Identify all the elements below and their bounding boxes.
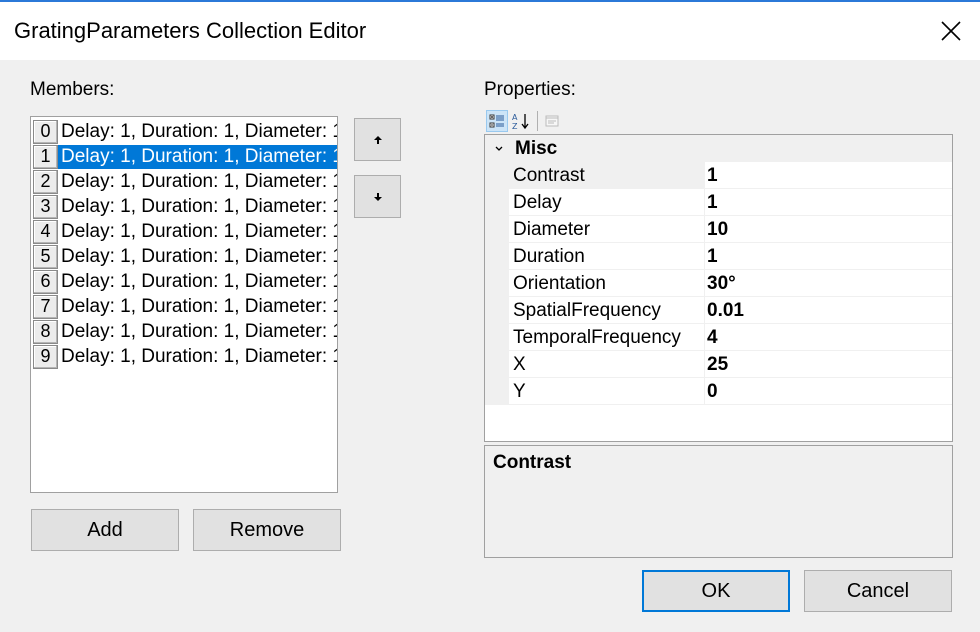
property-gutter xyxy=(485,351,509,378)
property-name: Orientation xyxy=(509,270,705,297)
list-item-text: Delay: 1, Duration: 1, Diameter: 10 xyxy=(61,320,337,342)
property-value[interactable]: 30° xyxy=(705,270,952,297)
list-item-index: 6 xyxy=(33,269,58,294)
property-row[interactable]: SpatialFrequency 0.01 xyxy=(485,297,952,324)
property-row[interactable]: Orientation 30° xyxy=(485,270,952,297)
svg-text:A: A xyxy=(512,113,518,122)
toolbar-separator xyxy=(537,111,538,131)
list-item-index: 9 xyxy=(33,344,58,369)
list-item-text: Delay: 1, Duration: 1, Diameter: 10 xyxy=(61,295,337,317)
property-value[interactable]: 10 xyxy=(705,216,952,243)
title-bar: GratingParameters Collection Editor xyxy=(0,2,980,60)
list-item-text: Delay: 1, Duration: 1, Diameter: 10 xyxy=(61,170,337,192)
property-value[interactable]: 1 xyxy=(705,189,952,216)
property-pages-icon xyxy=(545,115,559,127)
property-value[interactable]: 4 xyxy=(705,324,952,351)
property-toolbar: A Z xyxy=(486,109,565,133)
list-item[interactable]: 7 Delay: 1, Duration: 1, Diameter: 10 xyxy=(31,294,337,319)
alphabetical-button[interactable]: A Z xyxy=(510,110,532,132)
list-item-text: Delay: 1, Duration: 1, Diameter: 10 xyxy=(61,120,337,142)
category-label: Misc xyxy=(515,137,558,159)
property-value[interactable]: 25 xyxy=(705,351,952,378)
close-icon xyxy=(941,21,961,41)
list-item-text: Delay: 1, Duration: 1, Diameter: 10 xyxy=(61,245,337,267)
property-name: Diameter xyxy=(509,216,705,243)
property-name: Delay xyxy=(509,189,705,216)
property-pages-button[interactable] xyxy=(541,110,563,132)
property-gutter xyxy=(485,378,509,405)
list-item-text: Delay: 1, Duration: 1, Diameter: 10 xyxy=(61,345,337,367)
list-item[interactable]: 0 Delay: 1, Duration: 1, Diameter: 10 xyxy=(31,119,337,144)
property-grid[interactable]: Misc Contrast 1 Delay 1 Diameter 10 Duration 1 O… xyxy=(484,134,953,442)
list-item[interactable]: 5 Delay: 1, Duration: 1, Diameter: 10 xyxy=(31,244,337,269)
category-row-misc[interactable]: Misc xyxy=(485,135,952,162)
list-item[interactable]: 8 Delay: 1, Duration: 1, Diameter: 10 xyxy=(31,319,337,344)
remove-button[interactable]: Remove xyxy=(193,509,341,551)
property-name: Duration xyxy=(509,243,705,270)
list-item-text: Delay: 1, Duration: 1, Diameter: 10 xyxy=(61,195,337,217)
list-item-index: 7 xyxy=(33,294,58,319)
list-item-index: 5 xyxy=(33,244,58,269)
arrow-down-icon xyxy=(373,192,382,201)
svg-text:Z: Z xyxy=(512,122,518,130)
list-item-text: Delay: 1, Duration: 1, Diameter: 10 xyxy=(61,220,337,242)
collection-editor-dialog: GratingParameters Collection Editor Memb… xyxy=(0,0,980,632)
property-gutter xyxy=(485,216,509,243)
categorized-button[interactable] xyxy=(486,110,508,132)
arrow-up-icon xyxy=(373,135,382,144)
property-value[interactable]: 1 xyxy=(705,243,952,270)
list-item-text: Delay: 1, Duration: 1, Diameter: 10 xyxy=(58,144,337,169)
move-down-button[interactable] xyxy=(354,175,401,218)
ok-button[interactable]: OK xyxy=(642,570,790,612)
list-item-index: 3 xyxy=(33,194,58,219)
property-row[interactable]: X 25 xyxy=(485,351,952,378)
property-row[interactable]: Delay 1 xyxy=(485,189,952,216)
categorized-icon xyxy=(489,114,504,128)
property-row[interactable]: Diameter 10 xyxy=(485,216,952,243)
list-item-index: 2 xyxy=(33,169,58,194)
property-row[interactable]: Y0 xyxy=(485,378,952,405)
list-item-index: 1 xyxy=(33,144,58,169)
property-value[interactable]: 0 xyxy=(705,378,952,405)
property-row[interactable]: TemporalFrequency 4 xyxy=(485,324,952,351)
cancel-button[interactable]: Cancel xyxy=(804,570,952,612)
property-row[interactable]: Contrast 1 xyxy=(485,162,952,189)
description-title: Contrast xyxy=(493,452,572,473)
property-value[interactable]: 1 xyxy=(705,162,952,189)
property-gutter xyxy=(485,189,509,216)
property-gutter xyxy=(485,270,509,297)
property-name: Contrast xyxy=(509,162,705,189)
members-label: Members: xyxy=(30,79,115,100)
list-item-index: 8 xyxy=(33,319,58,344)
description-panel: Contrast xyxy=(484,445,953,558)
property-name: Y xyxy=(509,378,705,405)
properties-label: Properties: xyxy=(484,79,576,100)
list-item[interactable]: 9 Delay: 1, Duration: 1, Diameter: 10 xyxy=(31,344,337,369)
close-button[interactable] xyxy=(922,2,980,60)
property-name: SpatialFrequency xyxy=(509,297,705,324)
chevron-down-icon[interactable] xyxy=(487,144,511,154)
list-item[interactable]: 1 Delay: 1, Duration: 1, Diameter: 10 xyxy=(31,144,337,169)
property-gutter xyxy=(485,324,509,351)
property-value[interactable]: 0.01 xyxy=(705,297,952,324)
add-button[interactable]: Add xyxy=(31,509,179,551)
property-gutter xyxy=(485,297,509,324)
sort-alphabetical-icon: A Z xyxy=(512,113,529,130)
property-row[interactable]: Duration 1 xyxy=(485,243,952,270)
list-item-text: Delay: 1, Duration: 1, Diameter: 10 xyxy=(61,270,337,292)
list-item[interactable]: 6 Delay: 1, Duration: 1, Diameter: 10 xyxy=(31,269,337,294)
property-name: TemporalFrequency xyxy=(509,324,705,351)
list-item[interactable]: 3 Delay: 1, Duration: 1, Diameter: 10 xyxy=(31,194,337,219)
move-up-button[interactable] xyxy=(354,118,401,161)
members-list[interactable]: 0 Delay: 1, Duration: 1, Diameter: 10 1 Del… xyxy=(30,116,338,493)
list-item[interactable]: 4 Delay: 1, Duration: 1, Diameter: 10 xyxy=(31,219,337,244)
property-name: X xyxy=(509,351,705,378)
property-gutter xyxy=(485,243,509,270)
list-item-index: 0 xyxy=(33,119,58,144)
property-gutter xyxy=(485,162,509,189)
list-item[interactable]: 2 Delay: 1, Duration: 1, Diameter: 10 xyxy=(31,169,337,194)
window-title: GratingParameters Collection Editor xyxy=(14,18,367,43)
list-item-index: 4 xyxy=(33,219,58,244)
